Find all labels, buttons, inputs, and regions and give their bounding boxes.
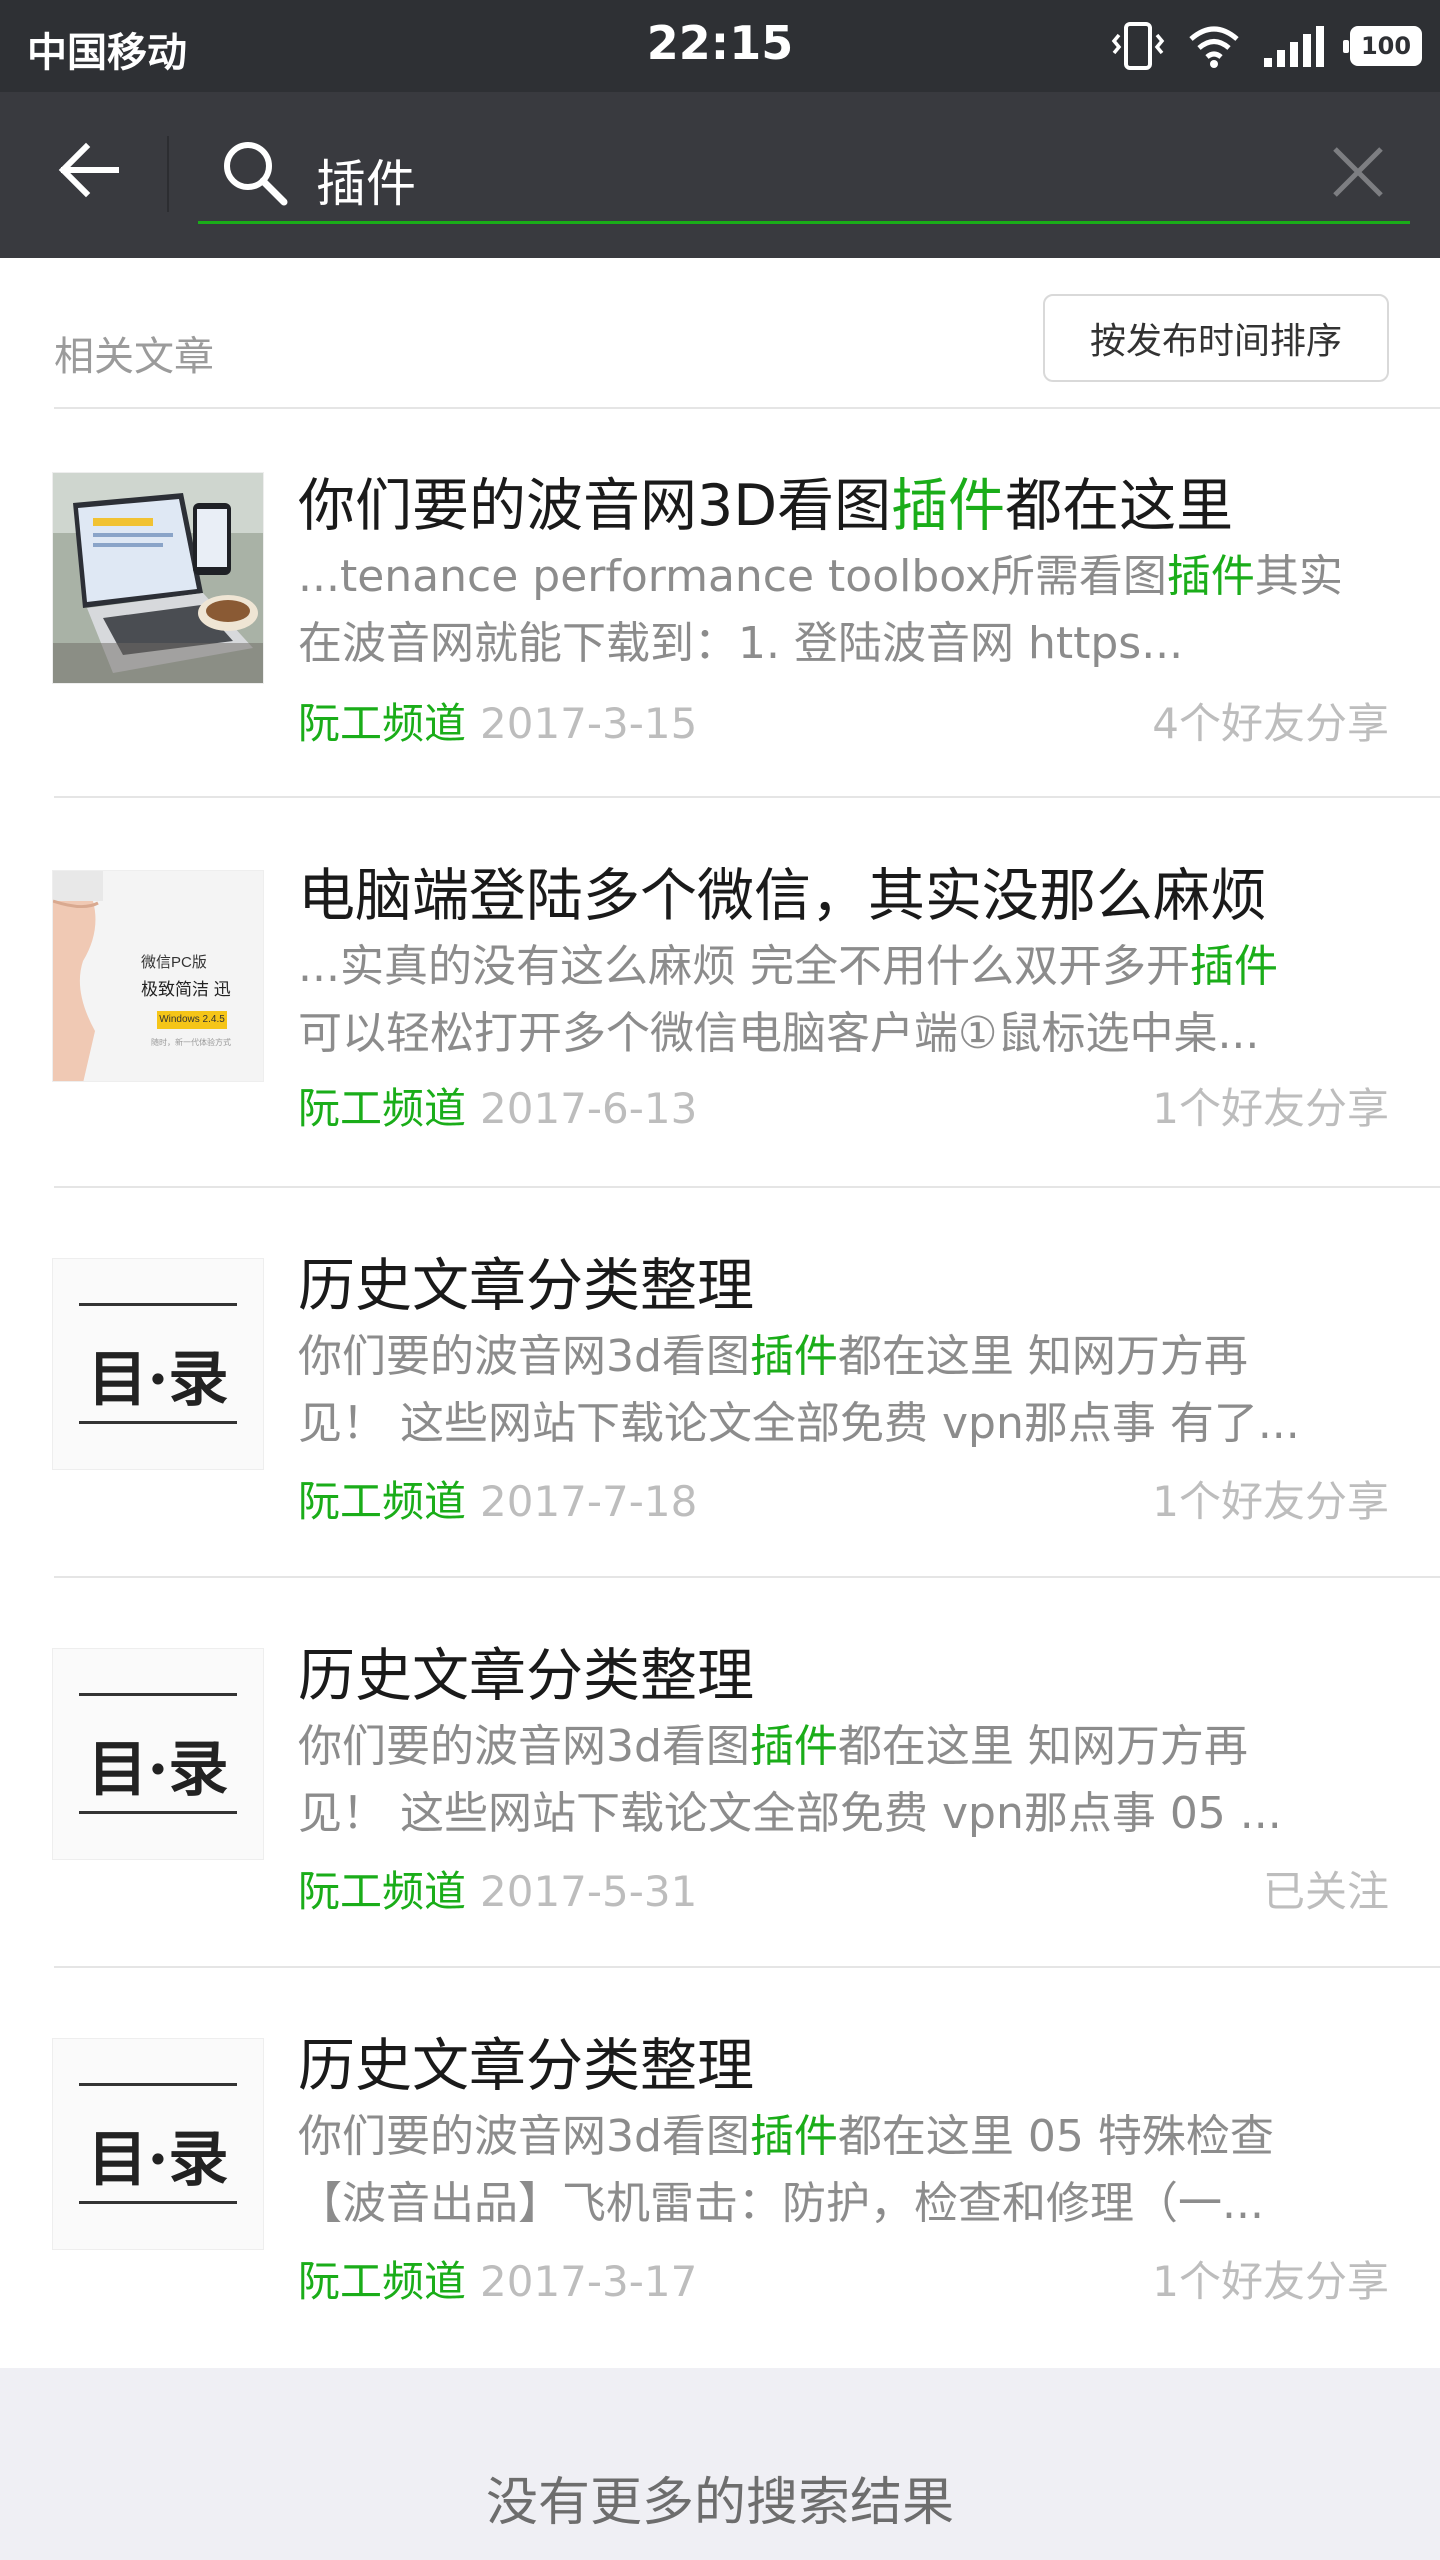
article-source[interactable]: 阮工频道 [298, 1084, 466, 1133]
no-more-results-text: 没有更多的搜索结果 [485, 2473, 954, 2533]
article-item[interactable]: 微信PC版 极致简洁 迅 Windows 2.4.5 随时，新一代体验方式 电脑… [0, 798, 1440, 1188]
article-source[interactable]: 阮工频道 [298, 1477, 466, 1526]
article-snippet: 你们要的波音网3d看图插件都在这里 知网万方再 见！ 这些网站下载论文全部免费 … [298, 1331, 1300, 1449]
results-footer: 没有更多的搜索结果 [0, 2368, 1440, 2560]
thumb-rule [79, 1421, 237, 1424]
thumb-rule [79, 1811, 237, 1814]
promo-line1: 微信PC版 [141, 954, 207, 971]
article-title: 电脑端登陆多个微信，其实没那么麻烦 [298, 863, 1267, 929]
friend-share-count: 1个好友分享 [1152, 1477, 1389, 1526]
article-snippet: ...实真的没有这么麻烦 完全不用什么双开多开插件 可以轻松打开多个微信电脑客户… [298, 941, 1278, 1059]
article-source[interactable]: 阮工频道 [298, 1867, 466, 1916]
clear-search-button[interactable] [1328, 144, 1388, 204]
laptop-photo-image [53, 473, 263, 683]
article-thumbnail: 目·录 [52, 1258, 264, 1470]
back-button[interactable] [48, 132, 128, 212]
article-meta: 阮工频道 2017-6-13 1个好友分享 [298, 1075, 1389, 1136]
article-item[interactable]: 目·录 历史文章分类整理 你们要的波音网3d看图插件都在这里 知网万方再 见！ … [0, 1188, 1440, 1578]
status-icons: 100 [1110, 18, 1422, 74]
article-meta: 阮工频道 2017-5-31 已关注 [298, 1858, 1389, 1919]
follow-status: 已关注 [1262, 1867, 1389, 1916]
promo-small-text: 随时，新一代体验方式 [151, 1038, 231, 1047]
vibrate-icon [1110, 21, 1166, 71]
friend-share-count: 1个好友分享 [1152, 1084, 1389, 1133]
article-thumbnail [52, 472, 264, 684]
thumb-rule [79, 1693, 237, 1696]
article-date: 2017-5-31 [480, 1867, 698, 1916]
article-snippet: 你们要的波音网3d看图插件都在这里 知网万方再 见！ 这些网站下载论文全部免费 … [298, 1721, 1282, 1839]
thumb-catalog-text: 目·录 [87, 2125, 229, 2195]
article-date: 2017-7-18 [480, 1477, 698, 1526]
article-thumbnail: 微信PC版 极致简洁 迅 Windows 2.4.5 随时，新一代体验方式 [52, 870, 264, 1082]
article-item[interactable]: 目·录 历史文章分类整理 你们要的波音网3d看图插件都在这里 知网万方再 见！ … [0, 1578, 1440, 1968]
article-snippet: 你们要的波音网3d看图插件都在这里 05 特殊检查 【波音出品】飞机雷击：防护，… [298, 2111, 1274, 2229]
header-divider [167, 136, 169, 212]
thumb-rule [79, 2083, 237, 2086]
thumb-rule [79, 1303, 237, 1306]
thumb-rule [79, 2201, 237, 2204]
article-date: 2017-3-15 [480, 699, 698, 748]
article-meta: 阮工频道 2017-7-18 1个好友分享 [298, 1468, 1389, 1529]
article-date: 2017-6-13 [480, 1084, 698, 1133]
back-arrow-icon [56, 142, 120, 202]
promo-version-badge: Windows 2.4.5 [157, 1011, 227, 1029]
thumb-catalog-text: 目·录 [87, 1735, 229, 1805]
close-icon [1331, 145, 1385, 203]
article-meta: 阮工频道 2017-3-15 4个好友分享 [298, 690, 1389, 751]
section-title: 相关文章 [54, 334, 214, 380]
wifi-icon [1188, 24, 1240, 68]
article-meta: 阮工频道 2017-3-17 1个好友分享 [298, 2248, 1389, 2309]
sort-by-time-button[interactable]: 按发布时间排序 [1043, 294, 1389, 382]
article-source[interactable]: 阮工频道 [298, 699, 466, 748]
article-thumbnail: 目·录 [52, 1648, 264, 1860]
article-item[interactable]: 你们要的波音网3D看图插件都在这里 ...tenance performance… [0, 408, 1440, 798]
search-input[interactable]: 插件 [316, 144, 416, 216]
article-thumbnail: 目·录 [52, 2038, 264, 2250]
thumb-catalog-text: 目·录 [87, 1345, 229, 1415]
article-snippet: ...tenance performance toolbox所需看图插件其实 在… [298, 551, 1343, 669]
article-title: 历史文章分类整理 [298, 2033, 754, 2099]
article-date: 2017-3-17 [480, 2257, 698, 2306]
article-title: 你们要的波音网3D看图插件都在这里 [298, 473, 1234, 539]
status-bar: 中国移动 22:15 100 [0, 0, 1440, 92]
promo-line2: 极致简洁 迅 [141, 980, 231, 999]
battery-icon: 100 [1343, 26, 1422, 66]
search-header: 插件 [0, 92, 1440, 258]
article-source[interactable]: 阮工频道 [298, 2257, 466, 2306]
search-icon [222, 140, 288, 210]
search-field[interactable]: 插件 [198, 122, 1410, 224]
friend-share-count: 1个好友分享 [1152, 2257, 1389, 2306]
article-title: 历史文章分类整理 [298, 1643, 754, 1709]
article-item[interactable]: 目·录 历史文章分类整理 你们要的波音网3d看图插件都在这里 05 特殊检查 【… [0, 1968, 1440, 2368]
section-header: 相关文章 按发布时间排序 [0, 258, 1440, 409]
article-title: 历史文章分类整理 [298, 1253, 754, 1319]
friend-share-count: 4个好友分享 [1152, 699, 1389, 748]
cellular-signal-icon [1262, 24, 1328, 68]
